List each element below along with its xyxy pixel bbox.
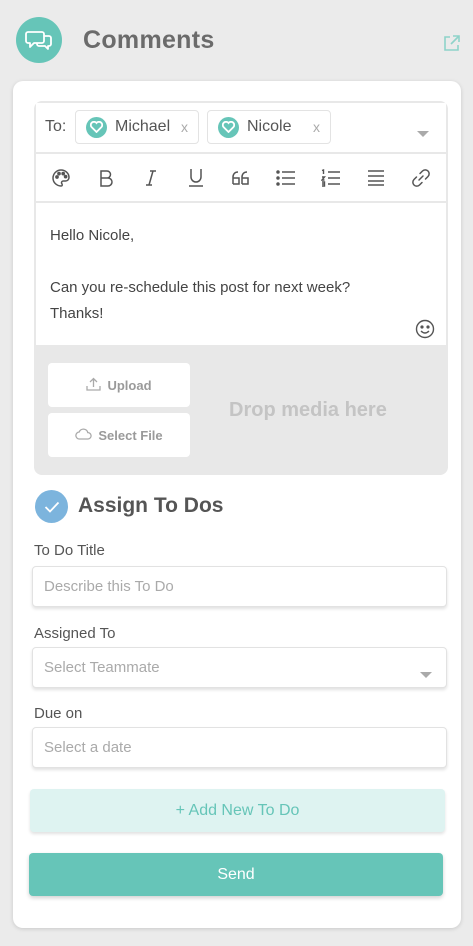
recipient-name: Nicole xyxy=(247,118,292,135)
page-title: Comments xyxy=(83,26,215,54)
message-line: Hello Nicole, xyxy=(50,227,135,244)
link-icon[interactable] xyxy=(410,167,432,189)
assigned-to-label: Assigned To xyxy=(34,625,116,642)
message-line: Can you re-schedule this post for next w… xyxy=(50,279,351,296)
message-line: Thanks! xyxy=(50,305,104,322)
numbered-list-icon[interactable] xyxy=(320,167,342,189)
message-line xyxy=(50,249,432,275)
todo-title-input[interactable]: Describe this To Do xyxy=(32,566,447,607)
recipient-chip[interactable]: Michael x xyxy=(75,110,199,144)
message-body[interactable]: Hello Nicole, Can you re-schedule this p… xyxy=(36,203,446,345)
chevron-down-icon xyxy=(420,666,432,683)
select-file-button[interactable]: Select File xyxy=(48,413,190,457)
drop-zone[interactable]: Drop media here xyxy=(229,399,387,422)
recipient-name: Michael xyxy=(115,118,171,135)
select-file-label: Select File xyxy=(98,427,163,443)
emoji-icon[interactable] xyxy=(415,319,435,339)
message-editor: To: Michael x Nicole x Hello Nicole, Can… xyxy=(34,101,448,475)
bold-icon[interactable] xyxy=(95,167,117,189)
quote-icon[interactable] xyxy=(230,167,252,189)
heart-icon xyxy=(86,116,107,138)
cloud-icon xyxy=(75,427,93,443)
header: Comments xyxy=(0,0,473,82)
remove-recipient-button[interactable]: x xyxy=(181,119,188,135)
assign-todos-title: Assign To Dos xyxy=(78,494,224,517)
assigned-to-value: Select Teammate xyxy=(44,659,160,676)
upload-button[interactable]: Upload xyxy=(48,363,190,407)
upload-icon xyxy=(86,377,102,394)
heart-icon xyxy=(218,116,239,138)
remove-recipient-button[interactable]: x xyxy=(313,119,320,135)
assign-checkbox[interactable] xyxy=(35,490,68,523)
comment-card: To: Michael x Nicole x Hello Nicole, Can… xyxy=(13,81,461,928)
assigned-to-select[interactable]: Select Teammate xyxy=(32,647,447,688)
to-label: To: xyxy=(45,118,67,135)
bullet-list-icon[interactable] xyxy=(275,167,297,189)
external-link-icon[interactable] xyxy=(442,33,462,53)
send-button[interactable]: Send xyxy=(29,853,443,896)
recipients-row: To: Michael x Nicole x xyxy=(36,103,446,152)
italic-icon[interactable] xyxy=(140,167,162,189)
due-date-input[interactable]: Select a date xyxy=(32,727,447,768)
palette-icon[interactable] xyxy=(50,167,72,189)
add-todo-button[interactable]: + Add New To Do xyxy=(30,789,445,832)
due-on-label: Due on xyxy=(34,705,83,722)
recipient-chip[interactable]: Nicole x xyxy=(207,110,331,144)
todo-title-label: To Do Title xyxy=(34,542,105,559)
formatting-toolbar xyxy=(36,154,446,201)
align-icon[interactable] xyxy=(365,167,387,189)
chevron-down-icon[interactable] xyxy=(417,125,429,143)
chat-bubbles-icon xyxy=(16,17,62,63)
underline-icon[interactable] xyxy=(185,167,207,189)
upload-label: Upload xyxy=(107,377,152,393)
